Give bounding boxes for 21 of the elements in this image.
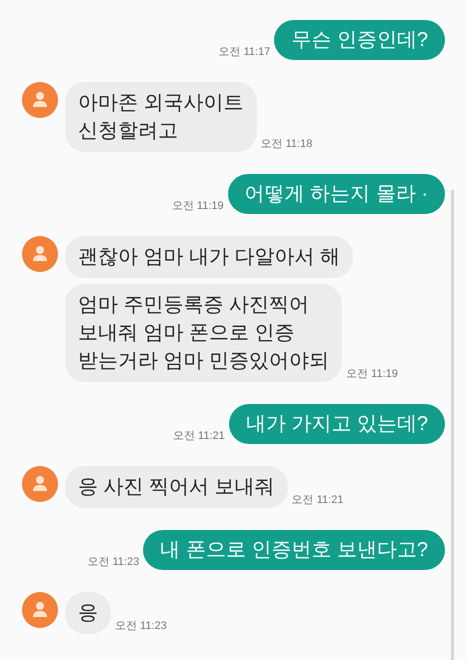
- message-time: 오전 11:18: [260, 136, 312, 152]
- message-bubble: 무슨 인증인데?: [274, 20, 445, 60]
- message-bubble: 아마존 외국사이트 신청할려고: [65, 82, 257, 152]
- avatar-icon: [22, 82, 58, 118]
- avatar-icon: [22, 466, 58, 502]
- message-bubble: 어떻게 하는지 몰라 ·: [228, 174, 445, 214]
- message-time: 오전 11:21: [172, 428, 225, 444]
- message-time: 오전 11:19: [346, 366, 398, 382]
- message-bubble: 응 사진 찍어서 보내줘: [65, 466, 288, 508]
- message-time: 오전 11:19: [172, 198, 224, 214]
- message-time: 오전 11:17: [218, 44, 270, 60]
- message-time: 오전 11:21: [292, 492, 344, 508]
- message-bubble: 내 폰으로 인증번호 보낸다고?: [143, 530, 445, 570]
- message-bubble: 응: [65, 592, 111, 634]
- message-bubble: 내가 가지고 있는데?: [228, 404, 445, 444]
- message-bubble: 엄마 주민등록증 사진찍어 보내줘 엄마 폰으로 인증 받는거라 엄마 민증있어야되: [65, 284, 342, 382]
- avatar-icon: [22, 236, 58, 272]
- message-bubble: 괜찮아 엄마 내가 다알아서 해: [65, 236, 354, 278]
- message-time: 오전 11:23: [87, 554, 140, 570]
- avatar-icon: [22, 592, 58, 628]
- message-time: 오전 11:23: [115, 618, 167, 634]
